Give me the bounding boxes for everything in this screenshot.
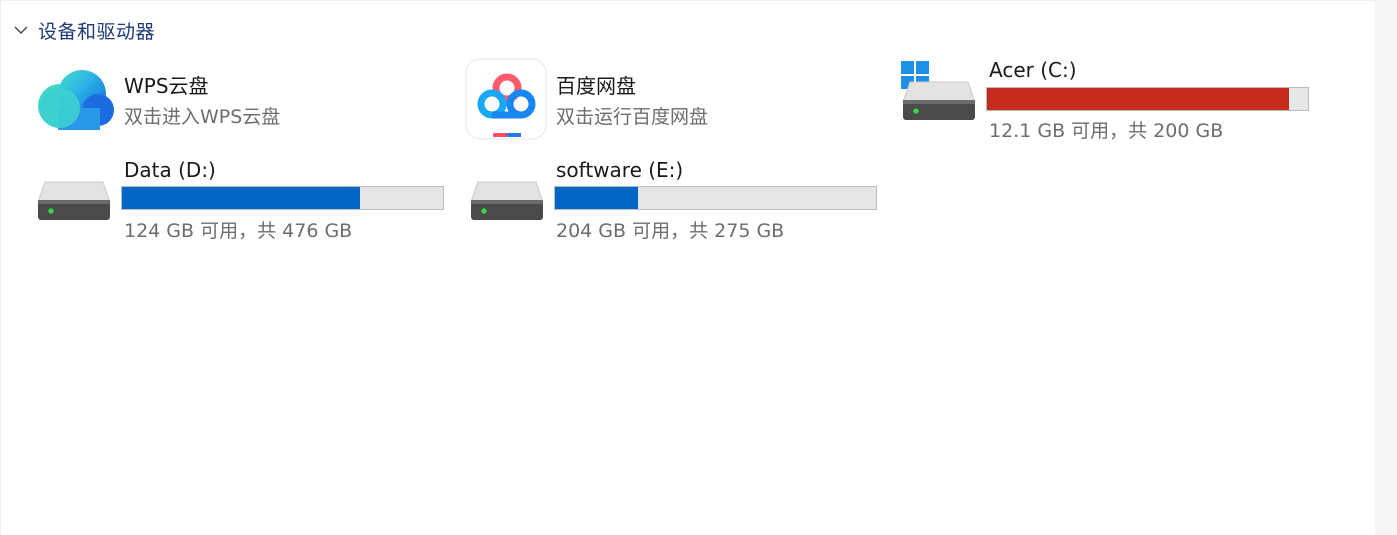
top-border (0, 0, 1375, 1)
explorer-content-pane: 设备和驱动器 WPS云盘 双击进入WPS云盘 百度网盘 双击运行百度网盘 Ace… (0, 0, 1397, 535)
chevron-down-icon (14, 26, 28, 34)
drive-d-name: Data (D:) (124, 158, 216, 182)
wps-cloud-name: WPS云盘 (124, 74, 209, 98)
drive-d-item[interactable]: Data (D:) 124 GB 可用，共 476 GB (33, 156, 453, 246)
drive-c-usage-fill (987, 88, 1289, 110)
baidu-netdisk-item[interactable]: 百度网盘 双击运行百度网盘 (465, 58, 885, 144)
baidu-netdisk-subtitle: 双击运行百度网盘 (556, 106, 709, 128)
drive-c-capacity: 12.1 GB 可用，共 200 GB (989, 120, 1224, 142)
drive-d-usage-fill (122, 187, 360, 209)
drive-c-name: Acer (C:) (989, 58, 1077, 82)
drive-d-usage-bar (121, 186, 444, 210)
scrollbar-track[interactable] (1375, 0, 1397, 535)
wps-cloud-subtitle: 双击进入WPS云盘 (124, 106, 281, 128)
baidu-netdisk-name: 百度网盘 (556, 74, 636, 98)
wps-cloud-icon (38, 70, 114, 130)
hard-drive-icon (902, 81, 976, 120)
left-border (0, 0, 1, 535)
wps-cloud-item[interactable]: WPS云盘 双击进入WPS云盘 (30, 60, 450, 144)
drive-e-usage-fill (555, 187, 639, 209)
drive-e-name: software (E:) (556, 158, 684, 182)
devices-and-drives-group-header[interactable]: 设备和驱动器 (12, 16, 155, 44)
drive-e-capacity: 204 GB 可用，共 275 GB (556, 220, 785, 242)
drive-d-capacity: 124 GB 可用，共 476 GB (124, 220, 353, 242)
drive-c-usage-bar (986, 87, 1309, 111)
group-title: 设备和驱动器 (38, 20, 156, 43)
hard-drive-icon (37, 181, 111, 220)
hard-drive-icon (470, 181, 544, 220)
drive-e-item[interactable]: software (E:) 204 GB 可用，共 275 GB (466, 156, 886, 246)
drive-c-item[interactable]: Acer (C:) 12.1 GB 可用，共 200 GB (898, 56, 1318, 146)
drive-e-usage-bar (554, 186, 877, 210)
baidu-netdisk-icon (465, 58, 547, 140)
